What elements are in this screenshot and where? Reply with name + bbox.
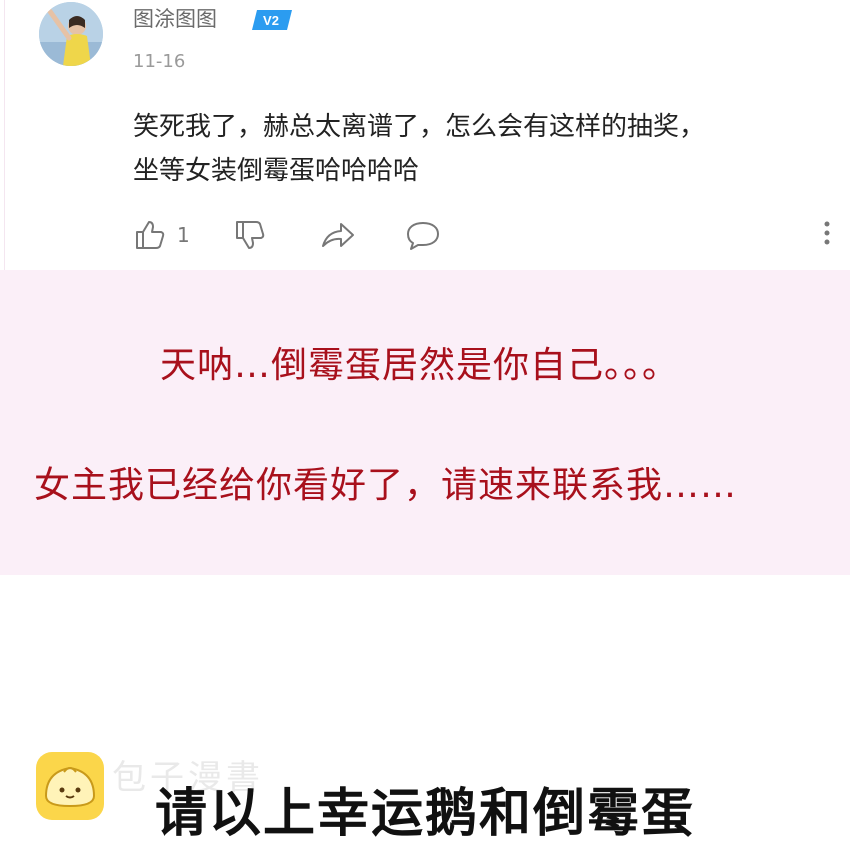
share-icon — [322, 223, 354, 247]
comment-icon — [407, 222, 439, 250]
username[interactable]: 图涂图图 — [133, 4, 217, 34]
overlay-line-1: 天呐…倒霉蛋居然是你自己。。。 — [160, 345, 680, 386]
comment-text-line-1: 笑死我了，赫总太离谱了，怎么会有这样的抽奖， — [133, 112, 706, 142]
comment-text-line-2: 坐等女装倒霉蛋哈哈哈哈 — [133, 156, 420, 186]
overlay-panel: 天呐…倒霉蛋居然是你自己。。。 女主我已经给你看好了，请速来联系我…… — [0, 270, 850, 575]
avatar[interactable] — [39, 2, 103, 66]
level-badge-text: V2 — [263, 13, 279, 28]
share-button[interactable] — [319, 215, 357, 255]
comment-date: 11-16 — [133, 51, 186, 72]
like-button[interactable]: 1 — [133, 215, 190, 255]
level-badge: V2 — [252, 10, 292, 30]
reply-button[interactable] — [405, 215, 441, 255]
thumbs-up-icon — [136, 221, 165, 249]
overlay-line-2: 女主我已经给你看好了，请速来联系我…… — [34, 465, 738, 506]
dislike-button[interactable] — [233, 215, 269, 255]
vertical-dots-icon[interactable] — [820, 219, 834, 249]
like-count: 1 — [177, 223, 190, 247]
caption: 请以上幸运鹅和倒霉蛋 — [154, 784, 695, 844]
comment-card: 图涂图图 V2 11-16 笑死我了，赫总太离谱了，怎么会有这样的抽奖， 坐等女… — [4, 0, 850, 270]
thumbs-down-icon — [236, 221, 265, 249]
